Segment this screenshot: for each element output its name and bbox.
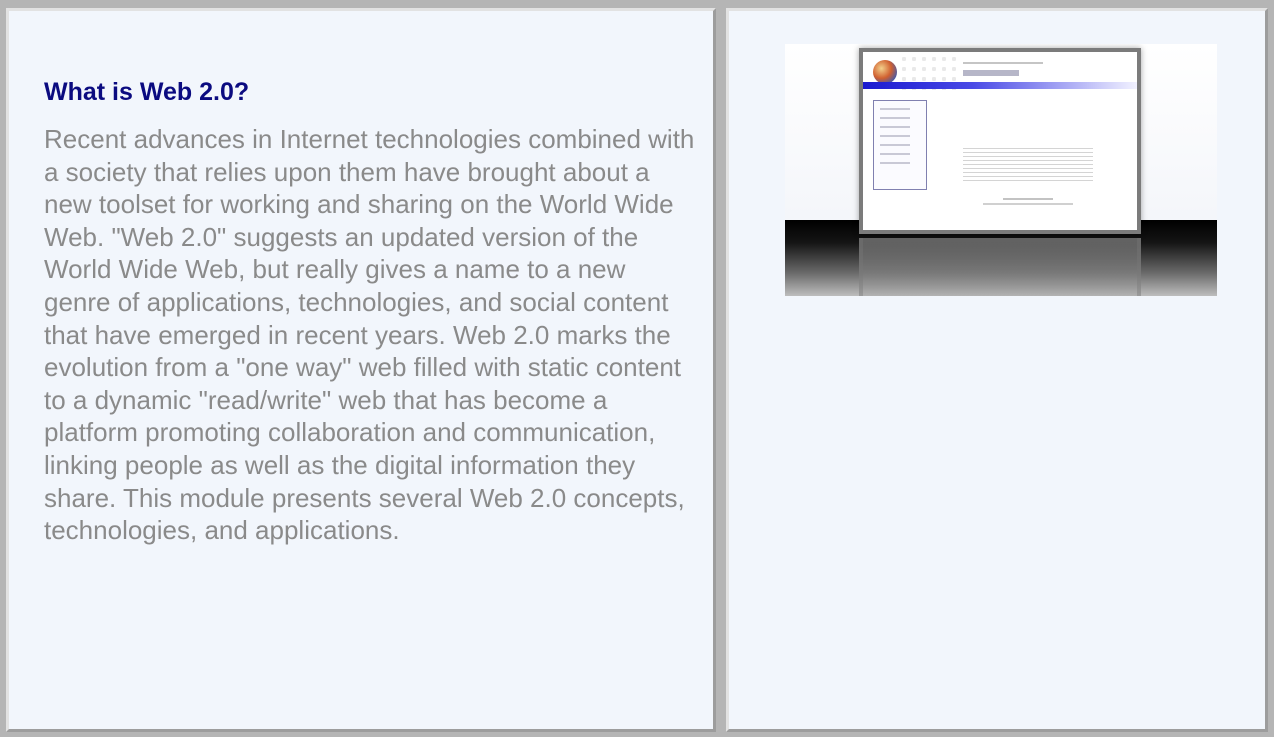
mini-footer-text: [983, 203, 1073, 205]
mini-site-name: [963, 62, 1043, 64]
thumbnail-page-frame: [859, 48, 1141, 234]
mini-body-text: [963, 148, 1093, 182]
mini-nav-item: [880, 135, 910, 137]
mini-nav-item: [880, 144, 910, 146]
module-thumbnail[interactable]: [785, 44, 1217, 296]
module-description: Recent advances in Internet technologies…: [44, 124, 695, 546]
globe-logo-icon: [873, 60, 897, 84]
mini-nav-item: [880, 153, 910, 155]
description-panel: What is Web 2.0? Recent advances in Inte…: [6, 8, 716, 732]
preview-panel: [726, 8, 1268, 732]
mini-nav-item: [880, 108, 910, 110]
mini-navigation: [873, 100, 927, 190]
mini-nav-item: [880, 117, 910, 119]
mini-footer-link: [1003, 198, 1053, 200]
thumbnail-reflection: [859, 238, 1141, 296]
module-title: What is Web 2.0?: [44, 78, 250, 106]
mini-page-heading: [963, 70, 1019, 76]
mini-header-bar: [863, 82, 1137, 89]
mini-nav-item: [880, 162, 910, 164]
mini-nav-item: [880, 126, 910, 128]
